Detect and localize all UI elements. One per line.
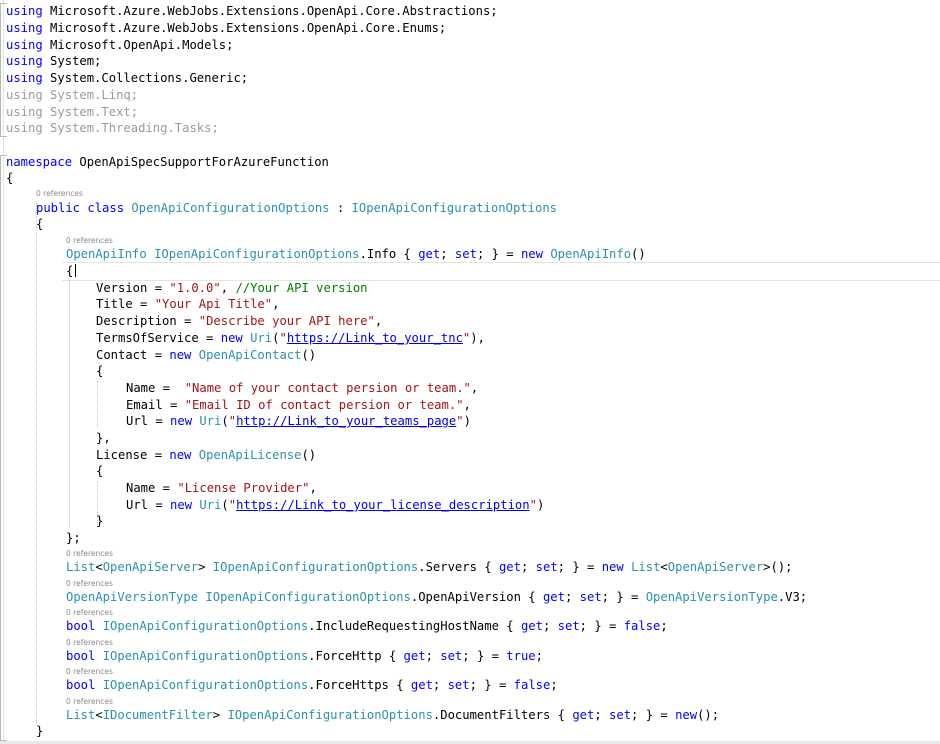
code-lens-references[interactable]: 0 references — [66, 549, 113, 559]
code-line[interactable]: } — [96, 513, 103, 530]
code-line[interactable]: Title = "Your Api Title", — [96, 296, 279, 313]
code-lens-references[interactable]: 0 references — [66, 608, 113, 618]
code-line[interactable]: Name = "License Provider", — [126, 480, 317, 497]
code-line[interactable]: { — [36, 216, 43, 233]
code-line[interactable]: Description = "Describe your API here", — [96, 313, 382, 330]
force-http-property[interactable]: bool IOpenApiConfigurationOptions.ForceH… — [66, 648, 543, 665]
code-line[interactable]: Name = "Name of your contact persion or … — [126, 380, 478, 397]
code-line-unused[interactable]: using System.Text; — [6, 104, 138, 121]
code-line[interactable]: { — [96, 363, 103, 380]
code-line-unused[interactable]: using System.Linq; — [6, 87, 138, 104]
openapi-version-property[interactable]: OpenApiVersionType IOpenApiConfiguration… — [66, 589, 807, 606]
code-lens-references[interactable]: 0 references — [66, 236, 113, 246]
outline-fold-namespace[interactable] — [0, 155, 7, 741]
code-editor[interactable]: using Microsoft.Azure.WebJobs.Extensions… — [0, 0, 940, 744]
force-https-property[interactable]: bool IOpenApiConfigurationOptions.ForceH… — [66, 677, 558, 694]
code-lens-references[interactable]: 0 references — [66, 697, 113, 707]
code-line[interactable]: Url = new Uri("http://Link_to_your_teams… — [126, 413, 471, 430]
code-line[interactable]: TermsOfService = new Uri("https://Link_t… — [96, 330, 485, 347]
code-lens-references[interactable]: 0 references — [66, 579, 113, 589]
code-line[interactable]: { — [66, 263, 77, 280]
code-lens-references[interactable]: 0 references — [66, 638, 113, 648]
current-line-highlight — [62, 262, 940, 281]
license-link[interactable]: https://Link_to_your_license_description — [236, 498, 530, 512]
code-line[interactable]: { — [96, 463, 103, 480]
code-line[interactable]: using Microsoft.Azure.WebJobs.Extensions… — [6, 20, 446, 37]
code-line[interactable]: using System; — [6, 53, 101, 70]
tnc-link[interactable]: https://Link_to_your_tnc — [287, 331, 463, 345]
code-line[interactable]: } — [36, 723, 43, 740]
servers-property[interactable]: List<OpenApiServer> IOpenApiConfiguratio… — [66, 559, 793, 576]
code-line[interactable]: using Microsoft.OpenApi.Models; — [6, 37, 233, 54]
text-caret — [75, 264, 77, 277]
code-line[interactable]: Url = new Uri("https://Link_to_your_lice… — [126, 497, 544, 514]
code-line-unused[interactable]: using System.Threading.Tasks; — [6, 120, 219, 137]
indent-guide — [36, 203, 37, 723]
code-line[interactable]: }, — [96, 430, 111, 447]
indent-guide — [97, 381, 98, 427]
code-line[interactable]: Email = "Email ID of contact persion or … — [126, 397, 471, 414]
code-line[interactable]: License = new OpenApiLicense() — [96, 447, 316, 464]
indent-guide — [69, 280, 70, 528]
teams-page-link[interactable]: http://Link_to_your_teams_page — [236, 414, 456, 428]
info-property[interactable]: OpenApiInfo IOpenApiConfigurationOptions… — [66, 246, 646, 263]
code-line[interactable]: }; — [66, 530, 81, 547]
code-lens-references[interactable]: 0 references — [36, 189, 83, 199]
namespace-declaration[interactable]: namespace OpenApiSpecSupportForAzureFunc… — [6, 154, 329, 171]
code-line[interactable]: Version = "1.0.0", //Your API version — [96, 280, 368, 297]
code-line[interactable]: using Microsoft.Azure.WebJobs.Extensions… — [6, 3, 498, 20]
code-line[interactable]: { — [6, 170, 13, 187]
document-filters-property[interactable]: List<IDocumentFilter> IOpenApiConfigurat… — [66, 707, 719, 724]
code-lens-references[interactable]: 0 references — [66, 667, 113, 677]
class-declaration[interactable]: public class OpenApiConfigurationOptions… — [36, 200, 557, 217]
include-host-property[interactable]: bool IOpenApiConfigurationOptions.Includ… — [66, 618, 668, 635]
code-line[interactable]: Contact = new OpenApiContact() — [96, 347, 316, 364]
code-line[interactable]: using System.Collections.Generic; — [6, 70, 248, 87]
